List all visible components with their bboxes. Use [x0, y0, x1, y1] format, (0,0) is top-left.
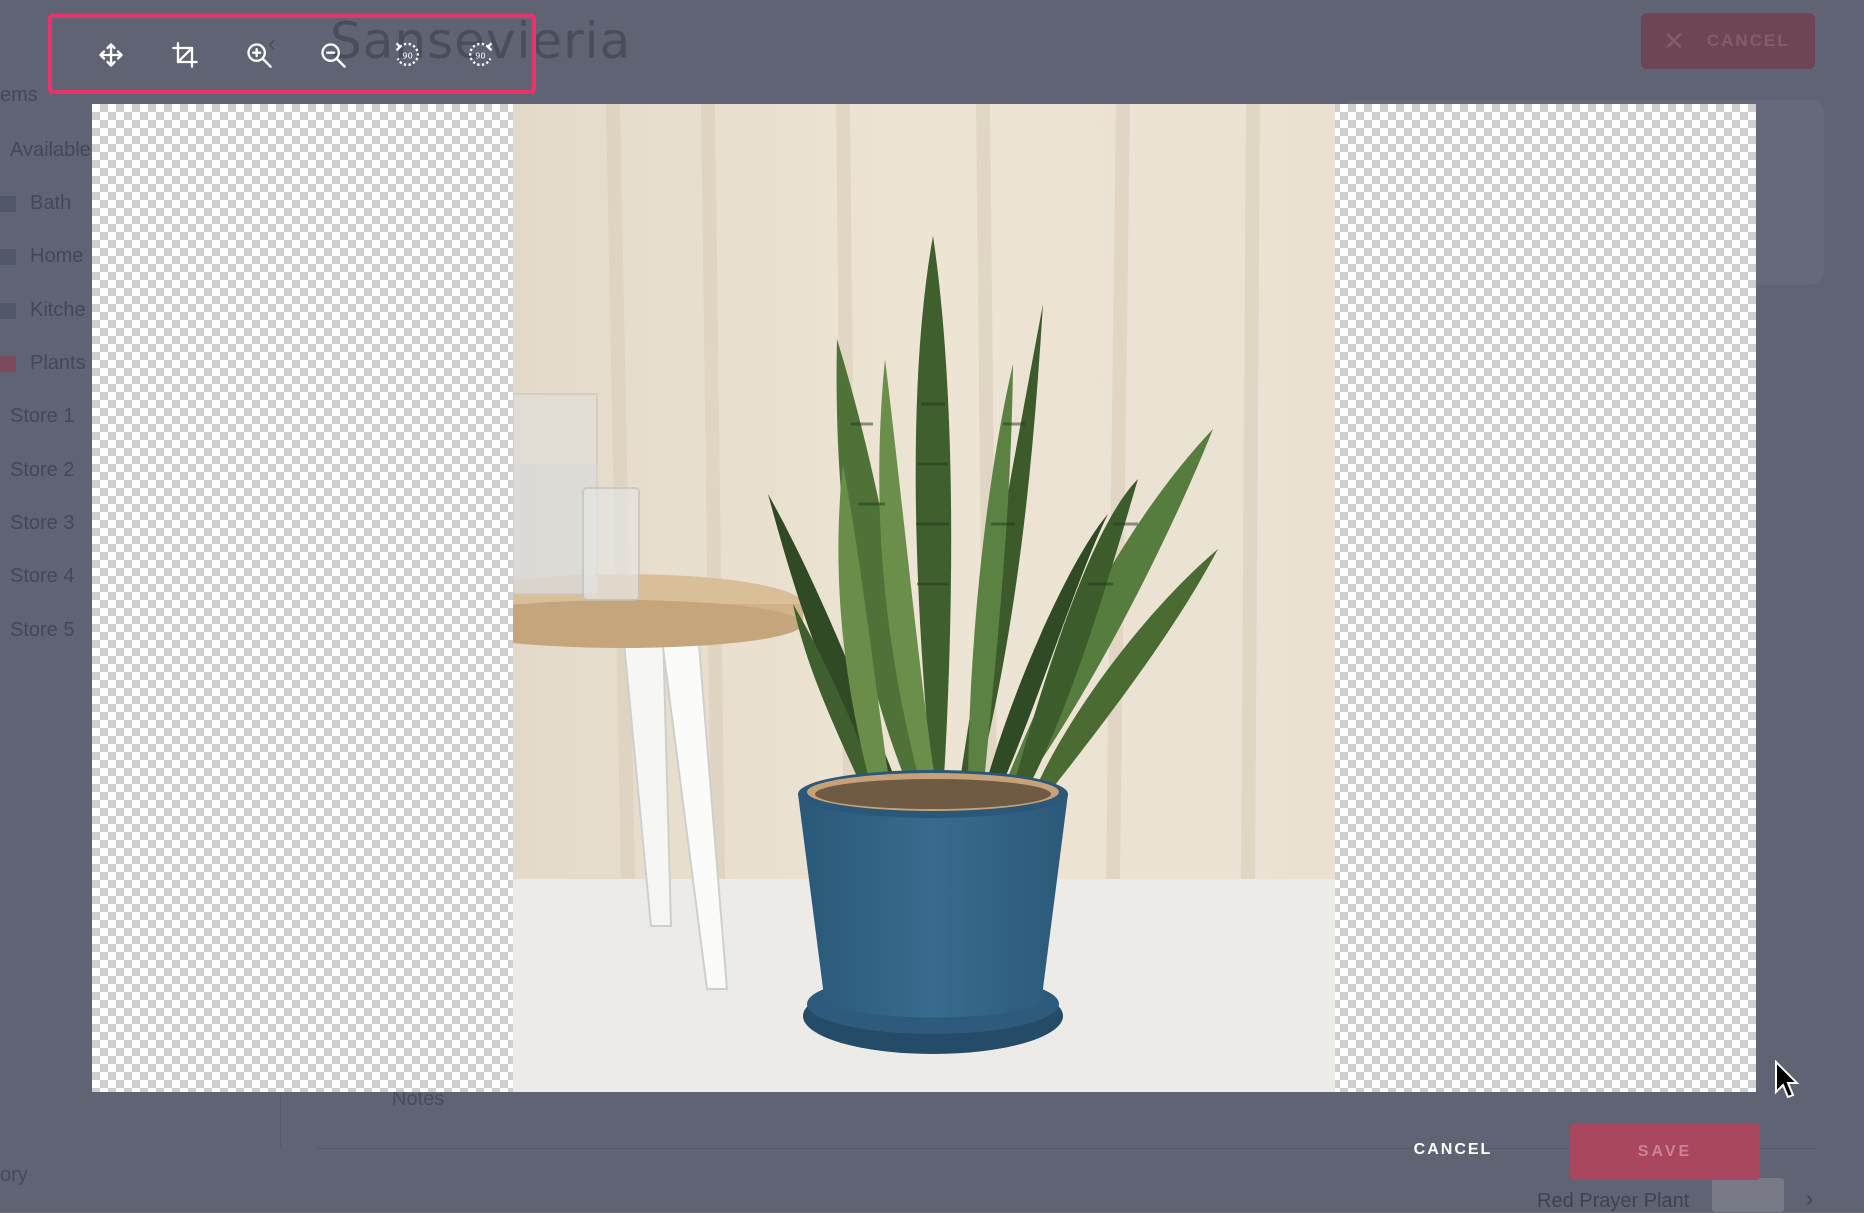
top-cancel-label: CANCEL — [1706, 31, 1790, 50]
crop-tool-button[interactable] — [170, 40, 200, 70]
rotate-right-button[interactable]: 90 — [466, 40, 496, 70]
chevron-right-icon: › — [1806, 1186, 1814, 1211]
close-icon: ✕ — [1663, 25, 1687, 56]
svg-text:90: 90 — [402, 51, 412, 61]
rotate-right-90-icon: 90 — [469, 42, 493, 66]
blue-pot — [798, 770, 1068, 1054]
cancel-button[interactable]: CANCEL — [1388, 1126, 1518, 1174]
list-item-label: Red Prayer Plant — [1537, 1190, 1690, 1212]
sidebar-available-label: Available — [10, 139, 91, 161]
checkbox-icon — [0, 248, 16, 265]
checkbox-icon — [0, 302, 16, 319]
sidebar-section-label: ems — [0, 84, 38, 106]
rotate-left-90-icon: 90 — [395, 42, 419, 66]
move-tool-button[interactable] — [96, 40, 126, 70]
move-icon — [99, 43, 123, 67]
image-editor-toolbar: 90 90 — [48, 14, 536, 94]
crop-canvas[interactable] — [92, 104, 1756, 1092]
mouse-cursor-icon — [1775, 1060, 1800, 1099]
sidebar-store: Store 4 — [10, 565, 75, 587]
sidebar-store: Store 5 — [10, 619, 75, 641]
checkbox-icon — [0, 195, 16, 212]
background-sidebar: ems Available Bath Home Kitche Plants St… — [0, 0, 100, 1212]
save-button[interactable]: SAVE — [1570, 1124, 1760, 1180]
zoom-out-icon — [321, 43, 346, 68]
sidebar-category: Home — [0, 245, 83, 268]
plant-photo — [513, 104, 1335, 1092]
divider — [280, 1092, 281, 1148]
sidebar-category: Bath — [0, 192, 71, 215]
sidebar-category: Kitche — [0, 299, 86, 322]
svg-text:90: 90 — [475, 51, 485, 61]
sidebar-store: Store 2 — [10, 459, 75, 481]
zoom-in-icon — [247, 43, 272, 68]
rotate-left-button[interactable]: 90 — [392, 40, 422, 70]
history-label: ory — [0, 1164, 28, 1186]
crop-icon — [172, 42, 198, 68]
checkbox-icon — [0, 355, 16, 372]
list-item-thumbnail — [1712, 1178, 1784, 1212]
sidebar-store: Store 3 — [10, 512, 75, 534]
zoom-in-button[interactable] — [244, 40, 274, 70]
top-cancel-button: ✕ CANCEL — [1641, 13, 1815, 69]
sidebar-store: Store 1 — [10, 405, 75, 427]
zoom-out-button[interactable] — [318, 40, 348, 70]
sidebar-category: Plants — [0, 352, 86, 375]
